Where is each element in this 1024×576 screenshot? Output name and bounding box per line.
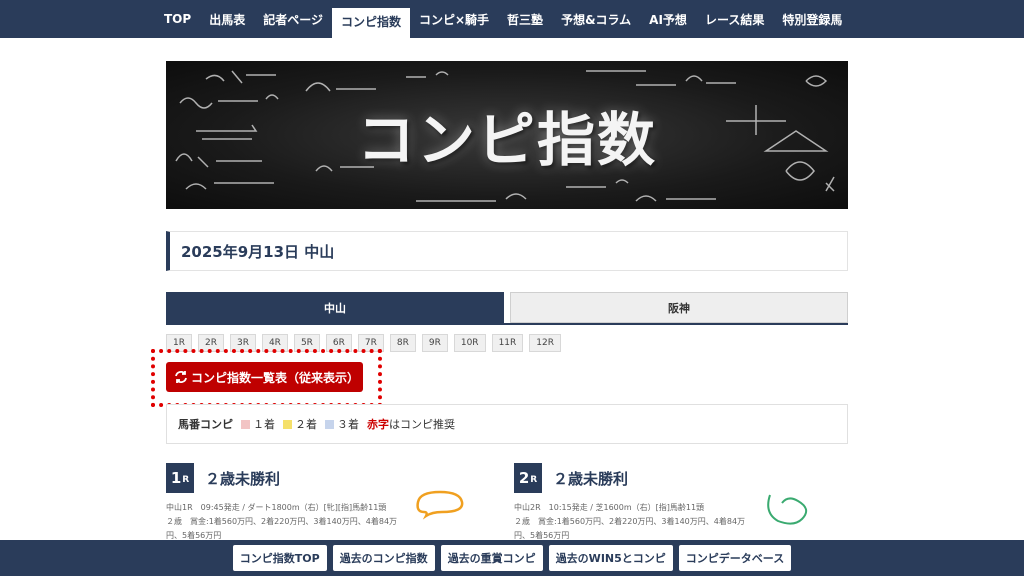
race-suffix: R [530,475,538,485]
bottom-past-grade-compi[interactable]: 過去の重賞コンピ [440,545,543,571]
nav-ai[interactable]: AI予想 [640,4,696,34]
refresh-icon [174,370,188,384]
bottom-compi-top[interactable]: コンピ指数TOP [232,545,327,571]
nav-top[interactable]: TOP [155,4,200,34]
bottom-compi-database[interactable]: コンピデータベース [678,545,792,571]
race-number: 2 [518,469,530,487]
race-name: ２歳未勝利 [553,469,629,488]
tab-underline [166,323,848,325]
legend-first: １着 [241,416,275,432]
legend-first-text: １着 [253,418,275,431]
race-name: ２歳未勝利 [205,469,281,488]
race-button-9[interactable]: 9R [421,334,448,352]
race-number-badge: 2R [514,463,542,493]
race-info-line-2: ２歳 賞金:1着560万円、2着220万円、3着140万円、4着84万 [166,517,398,526]
nav-reporter[interactable]: 記者ページ [254,4,332,34]
legend-third: ３着 [325,416,359,432]
compi-banner: コンピ指数 [166,61,848,209]
race-info: 中山2R 10:15発走 / 芝1600m（右）[指]馬齢11頭 ２歳 賞金:1… [514,501,759,543]
legend-third-text: ３着 [337,418,359,431]
legend: 馬番コンピ １着 ２着 ３着 赤字 はコンピ推奨 [166,404,848,444]
bottom-past-compi[interactable]: 過去のコンピ指数 [332,545,435,571]
legend-second: ２着 [283,416,317,432]
tab-nakayama[interactable]: 中山 [166,292,504,323]
race-info-line-1: 中山2R 10:15発走 / 芝1600m（右）[指]馬齢11頭 [514,503,705,512]
bottom-nav: コンピ指数TOP 過去のコンピ指数 過去の重賞コンピ 過去のWIN5とコンピ コ… [0,540,1024,576]
nav-column[interactable]: 予想&コラム [552,4,640,34]
nav-compi[interactable]: コンピ指数 [331,8,410,38]
tab-hanshin[interactable]: 阪神 [510,292,848,323]
venue-tabs: 中山 阪神 [166,292,848,325]
date-heading: 2025年9月13日 中山 [181,242,335,261]
race-button-8[interactable]: 8R [389,334,416,352]
legend-swatch-second [283,419,292,429]
banner-title: コンピ指数 [356,106,657,174]
nav-tetsuzo[interactable]: 哲三塾 [498,4,552,34]
bottom-past-win5[interactable]: 過去のWIN5とコンピ [548,545,673,571]
race-suffix: R [182,475,190,485]
date-heading-box: 2025年9月13日 中山 [166,231,848,271]
legend-label: 馬番コンピ [178,418,233,431]
race-info-line-2: ２歳 賞金:1着560万円、2着220万円、3着140万円、4着84万 [514,517,746,526]
nav-entries[interactable]: 出馬表 [200,4,254,34]
legend-note-red: 赤字 [367,418,389,431]
race-number: 1 [170,469,182,487]
top-nav: TOP 出馬表 記者ページ コンピ指数 コンピ×騎手 哲三塾 予想&コラム AI… [0,0,1024,38]
legend-second-text: ２着 [295,418,317,431]
nav-results[interactable]: レース結果 [696,4,773,34]
legend-note: はコンピ推奨 [389,418,455,431]
race-card-2[interactable]: 2R ２歳未勝利 中山2R 10:15発走 / 芝1600m（右）[指]馬齢11… [514,463,834,543]
nav-compi-jockey[interactable]: コンピ×騎手 [410,4,498,34]
legend-swatch-first [241,419,250,429]
race-number-badge: 1R [166,463,194,493]
compi-list-label: コンピ指数一覧表（従来表示） [191,370,360,385]
compi-list-button[interactable]: コンピ指数一覧表（従来表示） [166,362,363,392]
race-button-11[interactable]: 11R [491,334,524,352]
orange-marker-icon [416,490,464,520]
race-info: 中山1R 09:45発走 / ダート1800m（右）[牝][指]馬齢11頭 ２歳… [166,501,411,543]
race-button-10[interactable]: 10R [453,334,486,352]
legend-swatch-third [325,419,334,429]
race-card-1[interactable]: 1R ２歳未勝利 中山1R 09:45発走 / ダート1800m（右）[牝][指… [166,463,486,543]
race-info-line-1: 中山1R 09:45発走 / ダート1800m（右）[牝][指]馬齢11頭 [166,503,387,512]
race-button-12[interactable]: 12R [529,334,562,352]
green-marker-icon [767,494,808,525]
nav-special[interactable]: 特別登録馬 [773,4,851,34]
